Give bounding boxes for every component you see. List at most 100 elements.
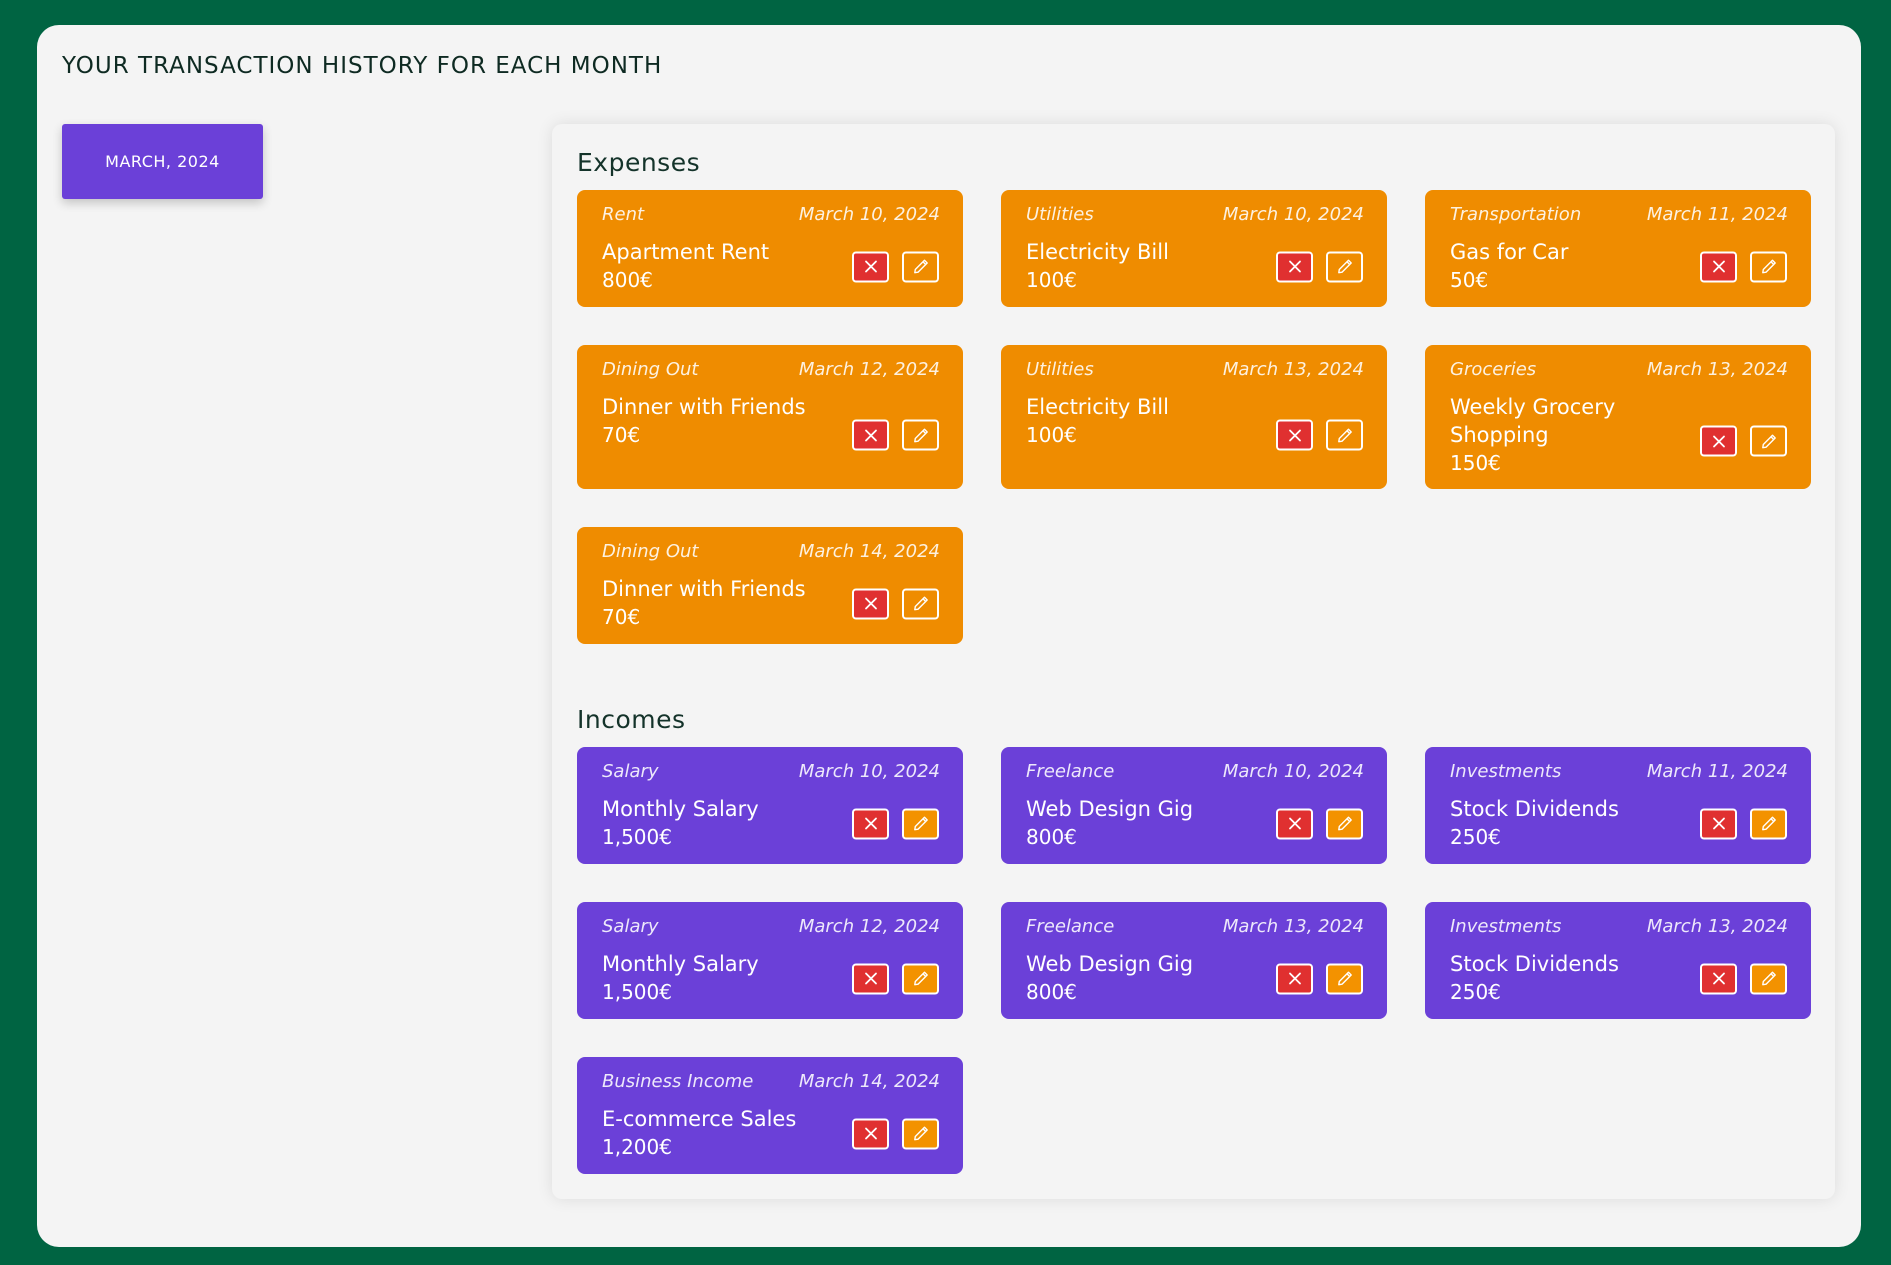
card-body: Dinner with Friends 70€ <box>602 575 822 631</box>
card-date: March 13, 2024 <box>1646 916 1788 937</box>
card-name: E-commerce Sales <box>602 1107 797 1131</box>
card-amount: 70€ <box>602 423 641 447</box>
card-category: Dining Out <box>602 541 699 562</box>
card-date: March 13, 2024 <box>1646 359 1788 380</box>
edit-button[interactable] <box>902 963 939 994</box>
delete-button[interactable] <box>1700 425 1737 457</box>
close-icon <box>864 1127 877 1140</box>
close-icon <box>1712 260 1725 273</box>
card-date: March 10, 2024 <box>798 204 940 225</box>
delete-button[interactable] <box>1276 251 1313 282</box>
card-name: Dinner with Friends <box>602 395 806 419</box>
delete-button[interactable] <box>1700 808 1737 839</box>
income-card: Investments March 13, 2024 Stock Dividends… <box>1425 902 1811 1019</box>
expense-card: Utilities March 13, 2024 Electricity Bill 1… <box>1001 345 1387 489</box>
close-icon <box>1288 260 1301 273</box>
card-header: Transportation March 11, 2024 <box>1450 204 1788 225</box>
edit-button[interactable] <box>1326 251 1363 282</box>
edit-button[interactable] <box>902 588 939 619</box>
card-body: Web Design Gig 800€ <box>1026 795 1246 851</box>
delete-button[interactable] <box>852 808 889 839</box>
delete-button[interactable] <box>852 588 889 619</box>
edit-button[interactable] <box>1750 808 1787 839</box>
card-amount: 1,500€ <box>602 980 672 1004</box>
card-header: Dining Out March 14, 2024 <box>602 541 940 562</box>
card-category: Utilities <box>1026 204 1094 225</box>
card-actions <box>852 808 939 839</box>
card-name: Gas for Car <box>1450 240 1569 264</box>
edit-button[interactable] <box>1326 963 1363 994</box>
delete-button[interactable] <box>852 963 889 994</box>
close-icon <box>864 260 877 273</box>
card-actions <box>1276 963 1363 994</box>
card-date: March 10, 2024 <box>1222 761 1364 782</box>
edit-button[interactable] <box>902 1118 939 1149</box>
card-actions <box>852 588 939 619</box>
card-date: March 14, 2024 <box>798 1071 940 1092</box>
page-title: YOUR TRANSACTION HISTORY FOR EACH MONTH <box>62 53 663 79</box>
card-name: Dinner with Friends <box>602 577 806 601</box>
pencil-icon <box>913 428 928 442</box>
card-amount: 1,500€ <box>602 825 672 849</box>
card-category: Groceries <box>1450 359 1537 380</box>
month-selector-button[interactable]: MARCH, 2024 <box>62 124 263 199</box>
delete-button[interactable] <box>1700 251 1737 282</box>
delete-button[interactable] <box>1276 963 1313 994</box>
pencil-icon <box>913 971 928 986</box>
incomes-heading: Incomes <box>577 705 686 734</box>
pencil-icon <box>1761 971 1776 986</box>
edit-button[interactable] <box>1326 419 1363 451</box>
pencil-icon <box>1337 428 1352 442</box>
pencil-icon <box>913 259 928 274</box>
card-body: Weekly Grocery Shopping 150€ <box>1450 393 1670 477</box>
card-category: Business Income <box>602 1071 754 1092</box>
incomes-grid: Salary March 10, 2024 Monthly Salary 1,500€… <box>577 747 1811 1174</box>
delete-button[interactable] <box>852 1118 889 1149</box>
expense-card: Dining Out March 12, 2024 Dinner with Frie… <box>577 345 963 489</box>
card-category: Transportation <box>1450 204 1582 225</box>
income-card: Freelance March 13, 2024 Web Design Gig 800… <box>1001 902 1387 1019</box>
delete-button[interactable] <box>1700 963 1737 994</box>
card-actions <box>1700 425 1787 457</box>
card-body: Web Design Gig 800€ <box>1026 950 1246 1006</box>
card-actions <box>1276 419 1363 451</box>
card-amount: 150€ <box>1450 451 1501 475</box>
delete-button[interactable] <box>1276 808 1313 839</box>
card-body: Gas for Car 50€ <box>1450 238 1670 294</box>
card-name: Web Design Gig <box>1026 797 1194 821</box>
delete-button[interactable] <box>1276 419 1313 451</box>
pencil-icon <box>1337 259 1352 274</box>
card-date: March 11, 2024 <box>1646 761 1788 782</box>
pencil-icon <box>1337 816 1352 831</box>
card-category: Dining Out <box>602 359 699 380</box>
card-date: March 12, 2024 <box>798 916 940 937</box>
card-header: Rent March 10, 2024 <box>602 204 940 225</box>
card-header: Utilities March 10, 2024 <box>1026 204 1364 225</box>
edit-button[interactable] <box>1750 251 1787 282</box>
card-amount: 50€ <box>1450 268 1489 292</box>
delete-button[interactable] <box>852 251 889 282</box>
card-actions <box>852 251 939 282</box>
edit-button[interactable] <box>902 419 939 451</box>
edit-button[interactable] <box>1750 425 1787 457</box>
close-icon <box>1712 435 1725 447</box>
pencil-icon <box>1337 971 1352 986</box>
pencil-icon <box>1761 259 1776 274</box>
card-name: Stock Dividends <box>1450 952 1619 976</box>
card-body: Electricity Bill 100€ <box>1026 238 1246 294</box>
card-actions <box>1700 808 1787 839</box>
card-category: Salary <box>602 916 659 937</box>
edit-button[interactable] <box>1750 963 1787 994</box>
edit-button[interactable] <box>902 808 939 839</box>
edit-button[interactable] <box>902 251 939 282</box>
expense-card: Utilities March 10, 2024 Electricity Bill 1… <box>1001 190 1387 307</box>
card-body: Monthly Salary 1,500€ <box>602 795 822 851</box>
card-body: Monthly Salary 1,500€ <box>602 950 822 1006</box>
delete-button[interactable] <box>852 419 889 451</box>
card-name: Monthly Salary <box>602 952 759 976</box>
edit-button[interactable] <box>1326 808 1363 839</box>
card-date: March 12, 2024 <box>798 359 940 380</box>
expense-card: Transportation March 11, 2024 Gas for Car 5… <box>1425 190 1811 307</box>
card-category: Freelance <box>1026 761 1115 782</box>
expense-card: Groceries March 13, 2024 Weekly Grocery Sh… <box>1425 345 1811 489</box>
